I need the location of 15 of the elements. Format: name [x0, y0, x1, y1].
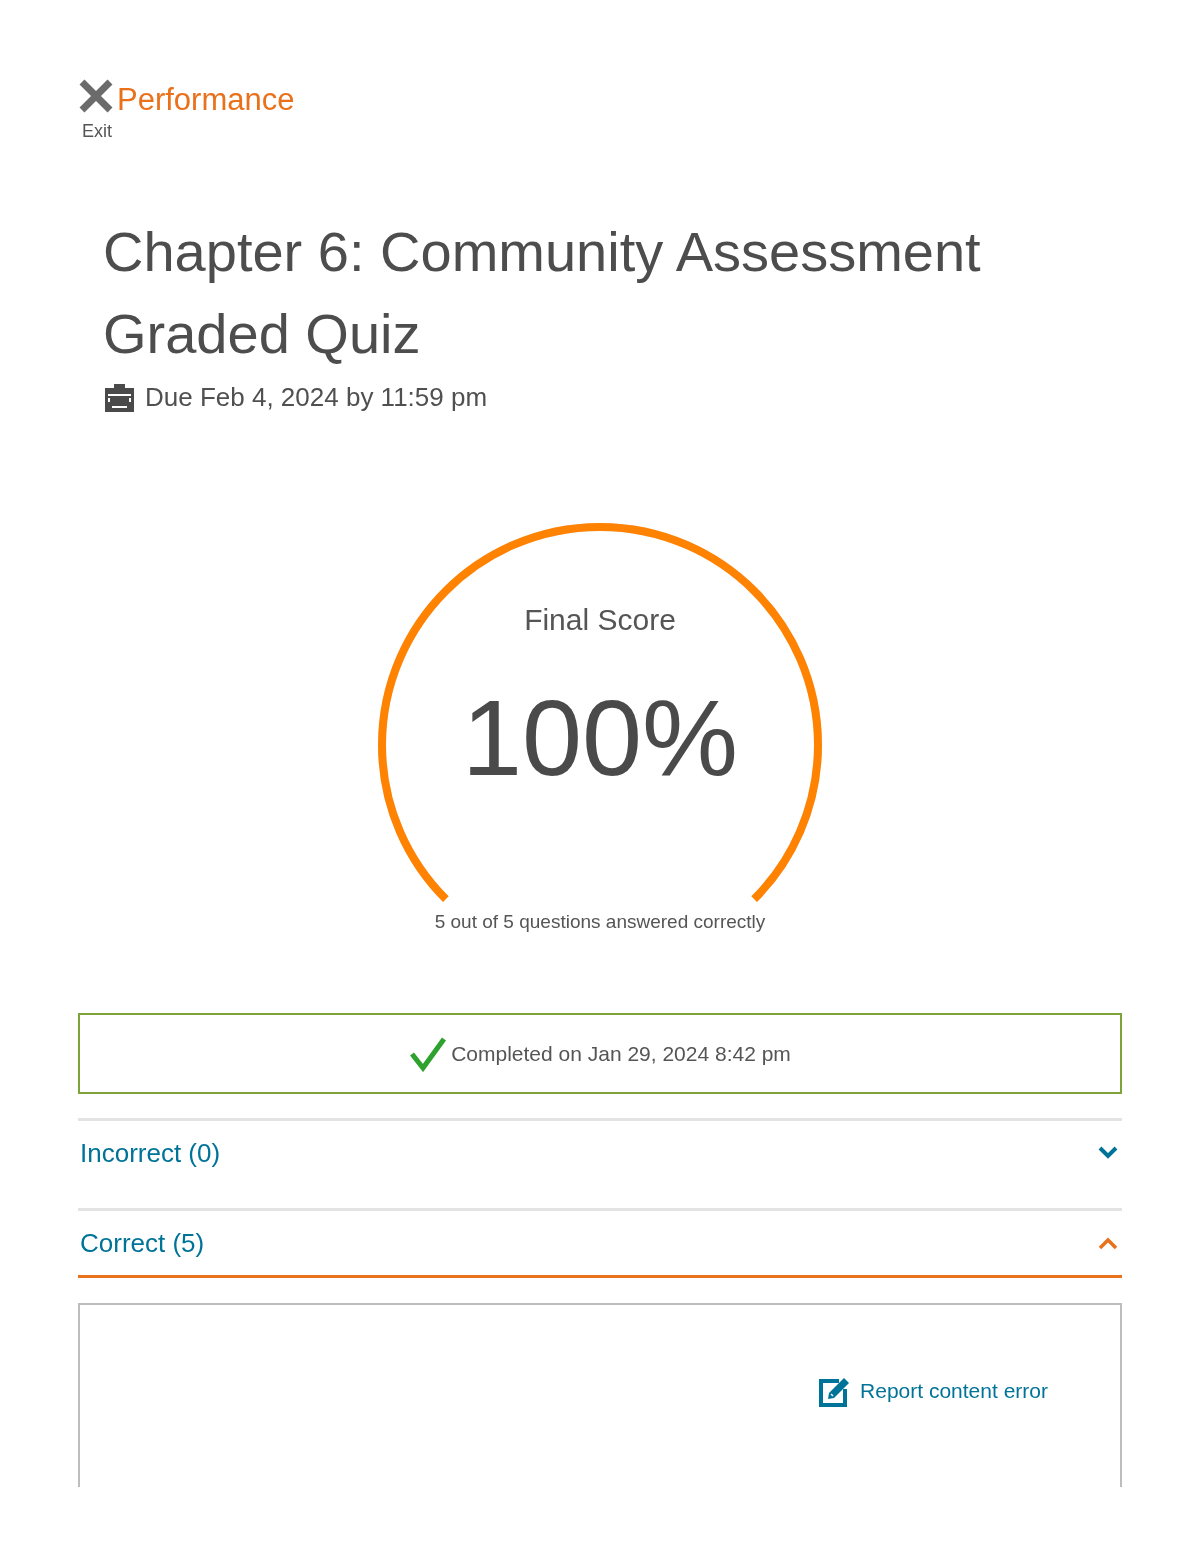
edit-icon: [819, 1375, 852, 1407]
exit-button[interactable]: Exit: [78, 78, 118, 142]
close-icon: [78, 78, 114, 114]
check-icon: [409, 1035, 448, 1072]
quiz-title: Chapter 6: Community Assessment Graded Quiz: [103, 219, 982, 367]
report-error-link[interactable]: Report content error: [819, 1375, 1048, 1407]
chevron-up-icon: [1098, 1236, 1118, 1250]
accordion-header[interactable]: Incorrect (0): [78, 1121, 1122, 1188]
calendar-icon: [105, 382, 134, 412]
score-summary: 5 out of 5 questions answered correctly: [434, 911, 766, 932]
page-title: Performance: [117, 82, 295, 118]
accordion-header[interactable]: Correct (5): [78, 1211, 1122, 1278]
chevron-down-icon: [1098, 1146, 1118, 1160]
completion-text: Completed on Jan 29, 2024 8:42 pm: [451, 1040, 791, 1067]
due-date: Due Feb 4, 2024 by 11:59 pm: [145, 382, 488, 412]
